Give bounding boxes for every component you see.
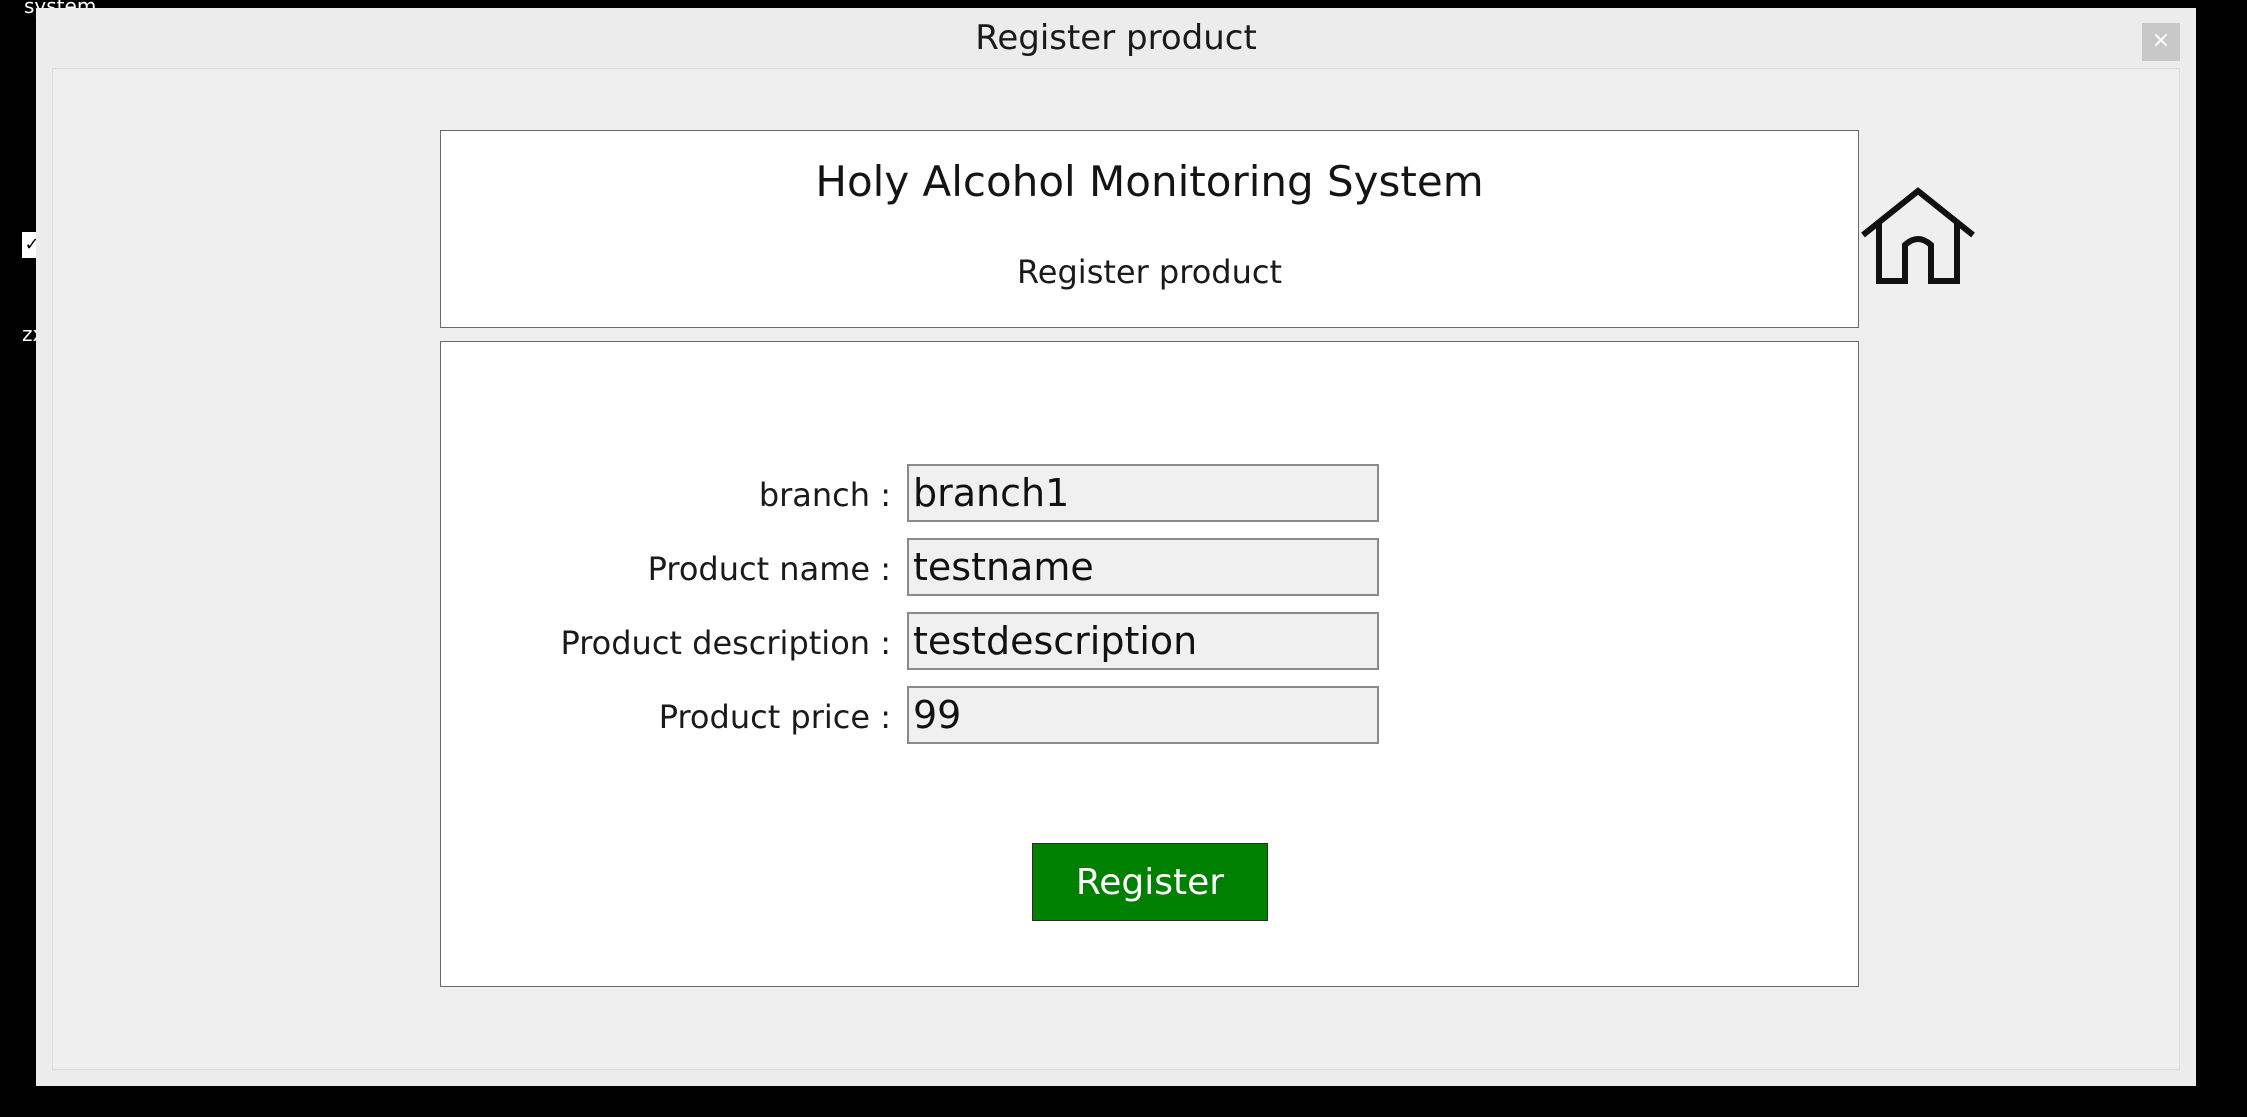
branch-input[interactable] — [907, 464, 1379, 522]
product-price-label: Product price : — [658, 698, 891, 736]
app-title: Holy Alcohol Monitoring System — [815, 157, 1484, 206]
branch-label: branch : — [758, 476, 891, 514]
close-button[interactable]: × — [2142, 23, 2180, 61]
product-description-label: Product description : — [560, 624, 891, 662]
home-icon[interactable] — [1859, 187, 1977, 287]
window-client-area: Holy Alcohol Monitoring System Register … — [52, 68, 2180, 1070]
form-row-product-description: Product description : — [441, 612, 1858, 674]
header-panel: Holy Alcohol Monitoring System Register … — [440, 130, 1859, 328]
page-subtitle: Register product — [1017, 253, 1282, 291]
window-title: Register product — [975, 18, 1257, 58]
form-row-branch: branch : — [441, 464, 1858, 526]
window-titlebar[interactable]: Register product × — [36, 8, 2196, 72]
register-product-window: Register product × Holy Alcohol Monitori… — [36, 8, 2196, 1086]
product-name-input[interactable] — [907, 538, 1379, 596]
register-button[interactable]: Register — [1032, 843, 1268, 921]
register-form: branch : Product name : Product descript… — [440, 341, 1859, 987]
form-row-product-price: Product price : — [441, 686, 1858, 748]
product-name-label: Product name : — [647, 550, 891, 588]
product-price-input[interactable] — [907, 686, 1379, 744]
form-row-product-name: Product name : — [441, 538, 1858, 600]
product-description-input[interactable] — [907, 612, 1379, 670]
